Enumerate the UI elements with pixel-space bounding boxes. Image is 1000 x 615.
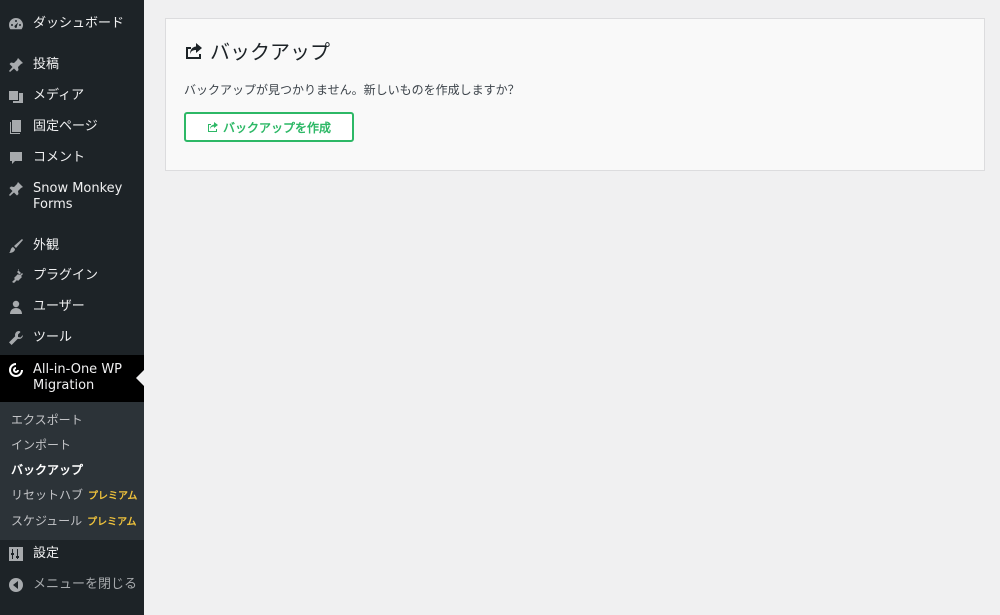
create-backup-button-label: バックアップを作成 (222, 120, 331, 135)
sidebar-item-settings[interactable]: 設定 (0, 546, 144, 564)
dashboard-icon (8, 16, 24, 32)
submenu-item-label: スケジュール (11, 514, 83, 528)
comment-icon (8, 150, 24, 166)
plugin-icon (8, 268, 24, 284)
submenu: エクスポート インポート バックアップ リセットハブ プレミアム スケジュール プレ… (0, 402, 144, 540)
sidebar-item-label: メディア (33, 88, 85, 103)
sidebar-item-label: ユーザー (33, 299, 85, 314)
submenu-item-label: エクスポート (11, 413, 83, 427)
sidebar-item-label: 固定ページ (33, 119, 98, 134)
sidebar-item-label: メニューを閉じる (33, 577, 138, 592)
current-menu-arrow (136, 370, 144, 386)
settings-icon (8, 546, 24, 562)
submenu-item-label: リセットハブ (11, 488, 84, 502)
submenu-item-reset-hub[interactable]: リセットハブ プレミアム (11, 487, 137, 505)
sidebar-item-users[interactable]: ユーザー (0, 299, 144, 317)
admin-sidebar: ダッシュボード 投稿 メディア 固定ページ コメント Snow Monkey F… (0, 0, 144, 615)
no-backups-message: バックアップが見つかりません。新しいものを作成しますか？ (184, 83, 520, 97)
submenu-item-label: インポート (11, 438, 72, 452)
submenu-item-label: バックアップ (11, 463, 84, 477)
submenu-item-import[interactable]: インポート (11, 437, 71, 453)
sidebar-item-plugins[interactable]: プラグイン (0, 268, 144, 286)
sidebar-item-media[interactable]: メディア (0, 88, 144, 106)
sidebar-item-posts[interactable]: 投稿 (0, 57, 144, 75)
create-backup-button[interactable]: バックアップを作成 (184, 112, 354, 142)
premium-badge: プレミアム (87, 517, 137, 528)
sidebar-item-tools[interactable]: ツール (0, 330, 144, 348)
user-icon (8, 299, 24, 315)
share-icon (207, 122, 218, 132)
sidebar-item-all-in-one-wp-migration[interactable]: All-in-One WP Migration (0, 355, 144, 402)
submenu-item-schedule[interactable]: スケジュール プレミアム (11, 513, 136, 531)
sidebar-item-label: Snow Monkey Forms (33, 181, 123, 212)
sidebar-item-label: ツール (33, 330, 73, 345)
sidebar-item-label: 投稿 (33, 57, 60, 72)
migration-icon (8, 362, 24, 378)
submenu-item-export[interactable]: エクスポート (11, 412, 83, 428)
sidebar-item-dashboard[interactable]: ダッシュボード (0, 16, 144, 34)
collapse-menu-button[interactable]: メニューを閉じる (0, 577, 144, 595)
wrench-icon (8, 330, 24, 346)
sidebar-item-label: コメント (33, 150, 86, 165)
sidebar-item-label: 外観 (33, 238, 60, 253)
pin-icon (8, 181, 24, 197)
premium-badge: プレミアム (88, 491, 138, 502)
page-title: バックアップ (184, 36, 330, 65)
page-icon (8, 119, 24, 135)
sidebar-item-label: プラグイン (33, 268, 99, 283)
sidebar-item-comments[interactable]: コメント (0, 150, 144, 168)
brush-icon (8, 238, 24, 254)
submenu-item-backup[interactable]: バックアップ (11, 462, 83, 478)
backup-card: バックアップ バックアップが見つかりません。新しいものを作成しますか？ バックア… (165, 18, 985, 171)
sidebar-item-snow-monkey-forms[interactable]: Snow Monkey Forms (0, 181, 144, 217)
page-title-text: バックアップ (210, 40, 330, 64)
sidebar-item-label: All-in-One WP Migration (33, 362, 123, 393)
sidebar-item-label: 設定 (33, 546, 60, 561)
sidebar-item-label: ダッシュボード (33, 16, 125, 31)
media-icon (8, 88, 24, 104)
sidebar-item-pages[interactable]: 固定ページ (0, 119, 144, 137)
sidebar-item-appearance[interactable]: 外観 (0, 238, 144, 256)
share-icon (186, 42, 202, 59)
collapse-icon (8, 577, 24, 593)
pin-icon (8, 57, 24, 73)
